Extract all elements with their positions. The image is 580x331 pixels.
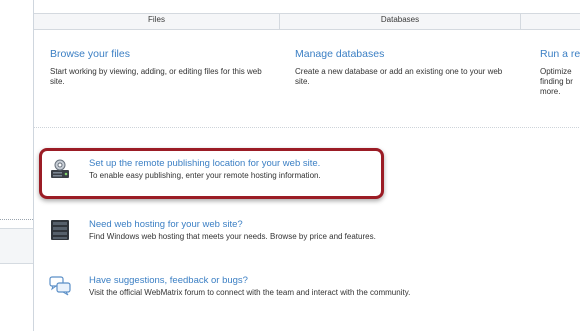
web-hosting-action[interactable]: Need web hosting for your web site? Find…	[49, 219, 376, 242]
web-hosting-description: Find Windows web hosting that meets your…	[89, 232, 376, 241]
tab-files[interactable]: Files	[34, 15, 279, 24]
databases-card-description: Create a new database or add an existing…	[295, 67, 503, 86]
feedback-action[interactable]: Have suggestions, feedback or bugs? Visi…	[49, 275, 410, 298]
reports-card-description: Optimize finding br more.	[540, 67, 573, 96]
feedback-link[interactable]: Have suggestions, feedback or bugs?	[89, 275, 410, 287]
tab-divider	[520, 14, 521, 29]
highlight-callout	[39, 148, 384, 199]
left-pane-item[interactable]	[0, 228, 33, 264]
databases-card: Manage databases Create a new database o…	[295, 48, 505, 87]
manage-databases-link[interactable]: Manage databases	[295, 48, 505, 60]
run-report-link[interactable]: Run a re	[540, 48, 580, 60]
files-card: Browse your files Start working by viewi…	[50, 48, 265, 87]
feedback-description: Visit the official WebMatrix forum to co…	[89, 288, 411, 297]
main-content: Files Databases Browse your files Start …	[33, 0, 580, 331]
reports-card: Run a re Optimize finding br more.	[540, 48, 580, 97]
tab-databases[interactable]: Databases	[280, 15, 520, 24]
browse-files-link[interactable]: Browse your files	[50, 48, 265, 60]
section-divider	[34, 127, 580, 128]
web-hosting-link[interactable]: Need web hosting for your web site?	[89, 219, 376, 231]
files-card-description: Start working by viewing, adding, or edi…	[50, 67, 262, 86]
pane-divider	[0, 219, 33, 220]
left-pane	[0, 0, 33, 331]
server-icon	[49, 219, 71, 241]
chat-bubbles-icon	[49, 275, 71, 297]
section-header-bar: Files Databases	[34, 13, 580, 30]
